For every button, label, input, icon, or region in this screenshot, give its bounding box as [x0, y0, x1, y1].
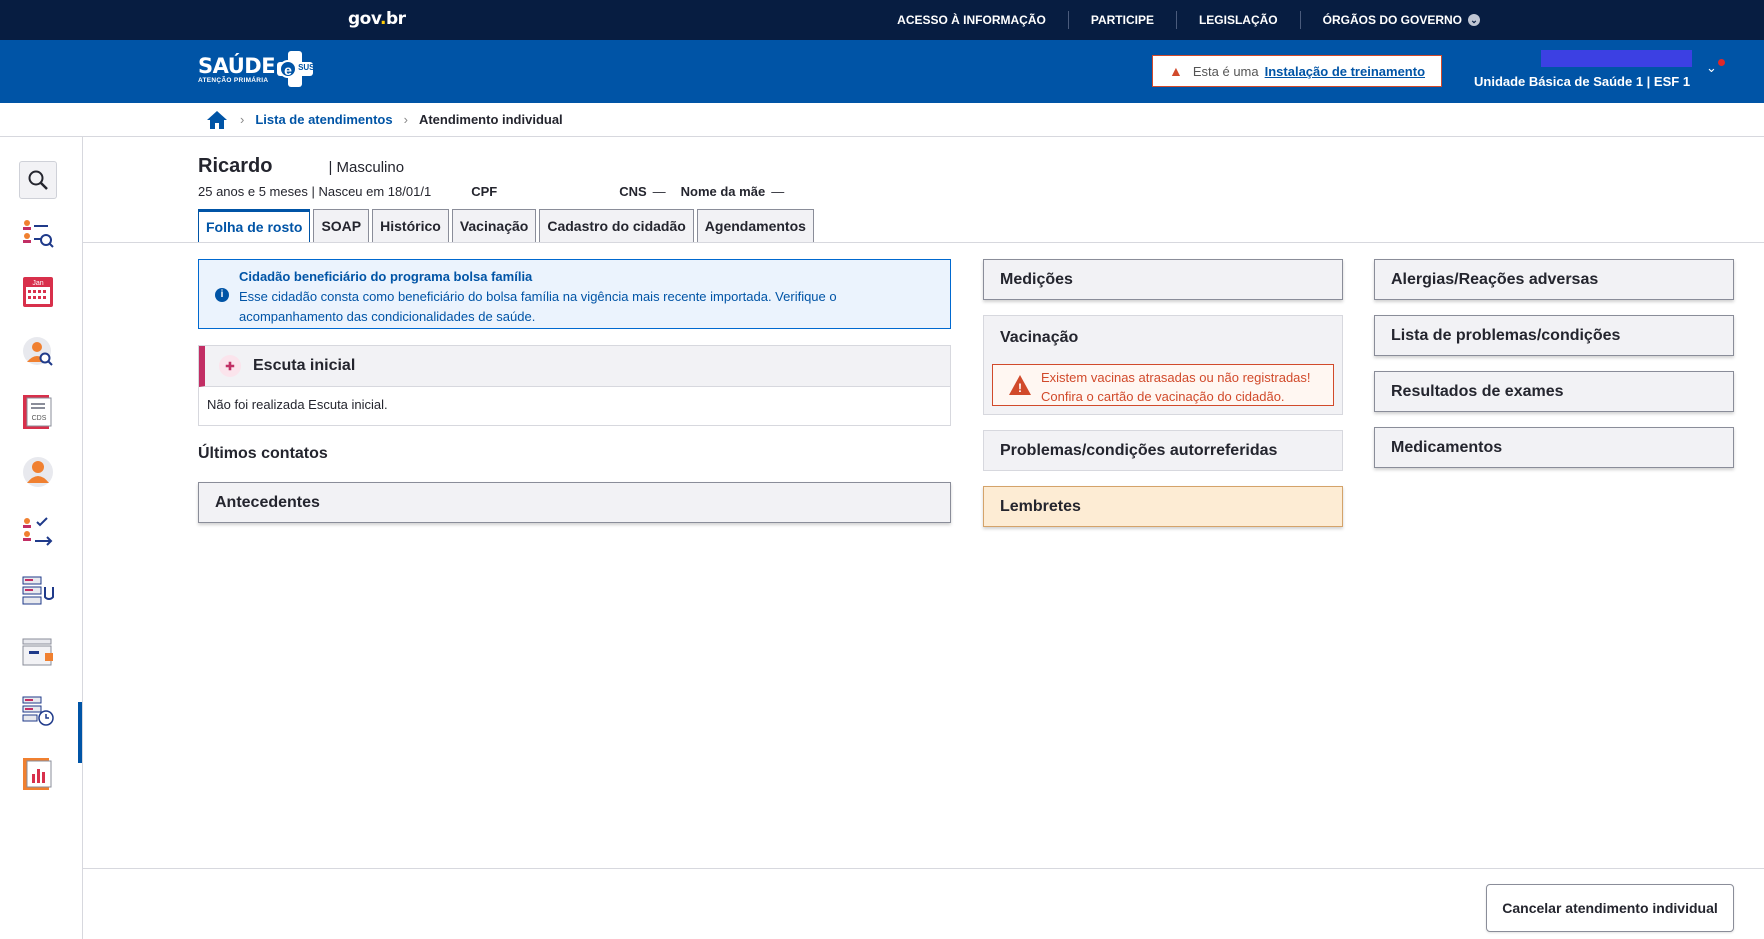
attendance-tabs: Folha de rosto SOAP Histórico Vacinação …	[198, 209, 814, 242]
breadcrumb-current: Atendimento individual	[418, 112, 563, 127]
svg-text:CDS: CDS	[32, 415, 47, 422]
bolsa-familia-text-2: acompanhamento das condicionalidades de …	[239, 309, 536, 324]
training-installation-notice: ▲ Esta é uma Instalação de treinamento	[1152, 55, 1442, 87]
patient-name: Ricardo	[198, 155, 273, 177]
problemas-autorreferidas-panel[interactable]: Problemas/condições autorreferidas	[983, 430, 1343, 471]
gov-nav-participe[interactable]: PARTICIPE	[1067, 11, 1176, 29]
reports-chart-icon[interactable]	[19, 755, 57, 793]
patient-age-birth: 25 anos e 5 meses | Nasceu em 18/01/1	[198, 184, 432, 199]
patient-list-search-icon[interactable]	[19, 215, 57, 253]
lembretes-panel[interactable]: Lembretes	[983, 486, 1343, 527]
sidebar-active-indicator	[78, 702, 82, 763]
breadcrumb: › Lista de atendimentos › Atendimento in…	[0, 103, 1764, 137]
training-installation-link[interactable]: Instalação de treinamento	[1265, 64, 1425, 79]
home-icon[interactable]	[207, 110, 229, 130]
tab-vacinacao[interactable]: Vacinação	[451, 209, 537, 242]
cds-document-icon[interactable]: CDS	[19, 393, 57, 431]
cpf-label: CPF	[471, 184, 498, 199]
mother-name-value: —	[771, 184, 785, 199]
vacinacao-warning-line-2: Confira o cartão de vacinação do cidadão…	[1041, 389, 1285, 404]
mother-name-label: Nome da mãe	[680, 184, 766, 199]
gov-nav-orgaos[interactable]: ÓRGÃOS DO GOVERNO ⌄	[1299, 11, 1502, 29]
escuta-inicial-card: ✚ Escuta inicial Não foi realizada Escut…	[198, 345, 951, 426]
gov-nav-acesso[interactable]: ACESSO À INFORMAÇÃO	[875, 11, 1068, 29]
breadcrumb-lista-atendimentos[interactable]: Lista de atendimentos	[255, 112, 392, 127]
tab-historico[interactable]: Histórico	[372, 209, 449, 242]
antecedentes-panel[interactable]: Antecedentes	[198, 482, 951, 523]
lista-problemas-panel[interactable]: Lista de problemas/condições	[1374, 315, 1734, 356]
brand-subtitle: ATENÇÃO PRIMÁRIA	[198, 76, 269, 84]
ultimos-contatos-heading: Últimos contatos	[198, 445, 328, 462]
attendance-stethoscope-icon[interactable]	[19, 573, 57, 611]
brand-title: SAÚDE	[198, 53, 276, 78]
gov-nav: ACESSO À INFORMAÇÃO PARTICIPE LEGISLAÇÃO…	[875, 0, 1502, 40]
gov-bar: gov.br ACESSO À INFORMAÇÃO PARTICIPE LEG…	[0, 0, 1764, 40]
tabs-divider	[83, 242, 1764, 243]
app-header: SAÚDE ATENÇÃO PRIMÁRIA e SUS	[0, 40, 1764, 103]
bolsa-familia-text-1: Esse cidadão consta como beneficiário do…	[239, 289, 837, 304]
cancel-attendance-button[interactable]: Cancelar atendimento individual	[1486, 884, 1734, 932]
esus-cross-icon: e SUS	[277, 51, 315, 87]
chevron-down-icon: ⌄	[1468, 14, 1480, 26]
cns-label: CNS	[619, 184, 647, 199]
patient-header: Ricardo | Masculino 25 anos e 5 meses | …	[198, 155, 784, 199]
chevron-right-icon: ›	[240, 112, 245, 127]
records-icon[interactable]	[19, 633, 57, 671]
tab-folha-de-rosto[interactable]: Folha de rosto	[198, 209, 311, 242]
medicoes-panel[interactable]: Medições	[983, 259, 1343, 300]
tab-agendamentos[interactable]: Agendamentos	[696, 209, 814, 242]
alergias-panel[interactable]: Alergias/Reações adversas	[1374, 259, 1734, 300]
info-icon: i	[215, 288, 229, 302]
footer-divider	[83, 868, 1764, 869]
svg-text:Jan: Jan	[32, 280, 43, 287]
user-name-redacted[interactable]	[1541, 50, 1692, 67]
escuta-inicial-icon: ✚	[219, 355, 241, 377]
warning-icon: ▲	[1169, 63, 1183, 79]
bolsa-familia-alert: i Cidadão beneficiário do programa bolsa…	[198, 259, 951, 329]
medicamentos-panel[interactable]: Medicamentos	[1374, 427, 1734, 468]
person-search-icon[interactable]	[19, 333, 57, 371]
vacinacao-warning-line-1: Existem vacinas atrasadas ou não registr…	[1041, 370, 1311, 385]
gov-nav-legislacao[interactable]: LEGISLAÇÃO	[1175, 11, 1300, 29]
unit-label[interactable]: Unidade Básica de Saúde 1 | ESF 1	[1474, 74, 1690, 89]
vacinacao-card[interactable]: Vacinação ! Existem vacinas atrasadas ou…	[983, 315, 1343, 415]
tab-cadastro-cidadao[interactable]: Cadastro do cidadão	[539, 209, 694, 242]
cns-value: —	[652, 184, 666, 199]
resultados-exames-panel[interactable]: Resultados de exames	[1374, 371, 1734, 412]
calendar-icon[interactable]: Jan	[19, 273, 57, 311]
vacinacao-warning: ! Existem vacinas atrasadas ou não regis…	[992, 364, 1334, 406]
escuta-inicial-title: Escuta inicial	[253, 357, 356, 374]
chevron-right-icon: ›	[403, 112, 408, 127]
schedule-list-icon[interactable]	[19, 693, 57, 731]
sidebar: Jan CDS	[0, 137, 83, 939]
bolsa-familia-title: Cidadão beneficiário do programa bolsa f…	[239, 269, 533, 284]
user-menu-chevron-icon[interactable]: ⌄	[1706, 60, 1717, 76]
training-prefix: Esta é uma	[1192, 63, 1259, 79]
checklist-transfer-icon[interactable]	[19, 513, 57, 551]
govbr-logo[interactable]: gov.br	[348, 9, 406, 29]
patient-sex: | Masculino	[328, 159, 405, 176]
tab-soap[interactable]: SOAP	[313, 209, 370, 242]
escuta-inicial-body: Não foi realizada Escuta inicial.	[207, 397, 388, 412]
search-icon[interactable]	[19, 161, 57, 199]
vacinacao-title: Vacinação	[1000, 329, 1079, 346]
notification-dot	[1718, 59, 1725, 66]
saude-esus-logo[interactable]: SAÚDE ATENÇÃO PRIMÁRIA e SUS	[198, 51, 315, 87]
citizen-icon[interactable]	[19, 453, 57, 491]
